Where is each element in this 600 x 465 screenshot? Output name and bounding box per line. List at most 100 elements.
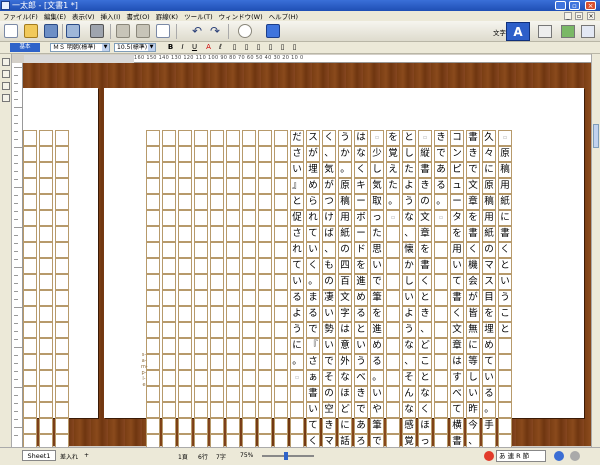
grid-cell: 原 [498,146,512,162]
menu-edit[interactable]: 編集(E) [44,11,66,21]
layout-icon[interactable] [581,25,595,38]
doc-close-button[interactable]: × [587,12,595,20]
search-icon[interactable] [238,24,252,38]
image-icon[interactable] [561,25,575,38]
bold-button[interactable]: B [166,43,175,52]
grid-cell: 目 [482,290,496,306]
save-disk-icon[interactable] [44,24,58,38]
grid-cell [55,306,69,322]
grid-cell [258,418,272,434]
redo-icon[interactable]: ↷ [208,24,222,38]
help-icon[interactable] [554,451,564,461]
align-center-icon[interactable]: ▯ [242,43,251,52]
export-icon[interactable] [66,24,80,38]
grid-cell [210,274,224,290]
italic-button[interactable]: I [178,43,187,52]
menu-insert[interactable]: 挿入(I) [101,11,121,21]
table-icon[interactable] [538,25,552,38]
font-size-select[interactable]: 10.5(標準) ▼ [114,43,156,52]
character-mode-button[interactable]: A [506,22,530,41]
marker-button[interactable]: ℓ [216,43,225,52]
maximize-button[interactable]: ▫ [569,1,580,10]
text-color-button[interactable]: A [204,43,213,52]
grid-cell [258,178,272,194]
open-folder-icon[interactable] [24,24,38,38]
grid-cell: め [306,178,320,194]
print-icon[interactable] [90,24,104,38]
tool-icon[interactable] [2,58,10,66]
tool-icon[interactable] [2,82,10,90]
tool-icon[interactable] [2,70,10,78]
grid-cell [386,386,400,402]
tool-icon[interactable] [2,94,10,102]
doc-minimize-button[interactable]: _ [564,12,572,20]
undo-icon[interactable]: ↶ [190,24,204,38]
menu-tools[interactable]: ツール(T) [184,11,213,21]
grid-cell: め [370,338,384,354]
new-document-icon[interactable] [4,24,18,38]
paste-icon[interactable] [156,24,170,38]
grid-cell: い [402,290,416,306]
style-select[interactable]: 基本 [10,43,40,52]
menu-help[interactable]: ヘルプ(H) [269,11,298,21]
grid-cell [210,178,224,194]
add-sheet-button[interactable]: + [84,452,89,459]
vertical-scrollbar[interactable] [591,54,600,447]
grid-cell: 稿 [482,194,496,210]
menu-view[interactable]: 表示(V) [72,11,95,21]
grid-cell: 四 [338,258,352,274]
grid-cell [434,418,448,434]
align-right-icon[interactable]: ▯ [254,43,263,52]
grid-cell [210,354,224,370]
grid-cell [498,338,512,354]
grid-cell [258,402,272,418]
grid-cell: そ [402,370,416,386]
menu-format[interactable]: 書式(O) [127,11,150,21]
grid-cell: し [466,370,480,386]
grid-cell [274,354,288,370]
align-left-icon[interactable]: ▯ [230,43,239,52]
grid-cell [55,194,69,210]
grid-cell [55,178,69,194]
doc-restore-button[interactable]: ▫ [575,12,583,20]
grid-cell: い [370,386,384,402]
outdent-icon[interactable]: ▯ [278,43,287,52]
grid-cell [274,242,288,258]
minimize-button[interactable]: _ [555,1,566,10]
menu-ruled-line[interactable]: 罫線(K) [156,11,178,21]
close-button[interactable]: × [585,1,596,10]
grid-cell: て [450,274,464,290]
grid-cell [242,386,256,402]
grid-cell: 意 [338,338,352,354]
scissors-icon[interactable] [116,24,130,38]
grid-cell: も [322,258,336,274]
settings-icon[interactable] [570,451,580,461]
menu-file[interactable]: ファイル(F) [3,11,38,21]
grid-cell [178,274,192,290]
underline-button[interactable]: U [190,43,199,52]
grid-cell [386,290,400,306]
grid-cell: き [466,146,480,162]
grid-cell: ▫ [498,130,512,146]
grid-cell [210,258,224,274]
list-icon[interactable]: ▯ [290,43,299,52]
ime-icon[interactable] [484,451,494,461]
indent-icon[interactable]: ▯ [266,43,275,52]
menu-window[interactable]: ウィンドウ(W) [219,11,263,21]
zoom-slider[interactable] [262,452,314,460]
grid-cell [23,130,37,146]
grid-cell [434,354,448,370]
font-select[interactable]: ＭＳ 明朝(標準) ▼ [50,43,110,52]
refresh-icon[interactable] [266,24,280,38]
grid-cell [226,146,240,162]
grid-cell [242,354,256,370]
grid-cell: 気 [322,162,336,178]
grid-cell [162,210,176,226]
ime-mode[interactable]: あ 連 R 節 [496,450,546,462]
grid-cell: く [498,242,512,258]
grid-cell [258,338,272,354]
copy-icon[interactable] [136,24,150,38]
sheet-tab[interactable]: Sheet1 [22,450,56,461]
grid-cell [242,130,256,146]
grid-cell: ぁ [306,370,320,386]
